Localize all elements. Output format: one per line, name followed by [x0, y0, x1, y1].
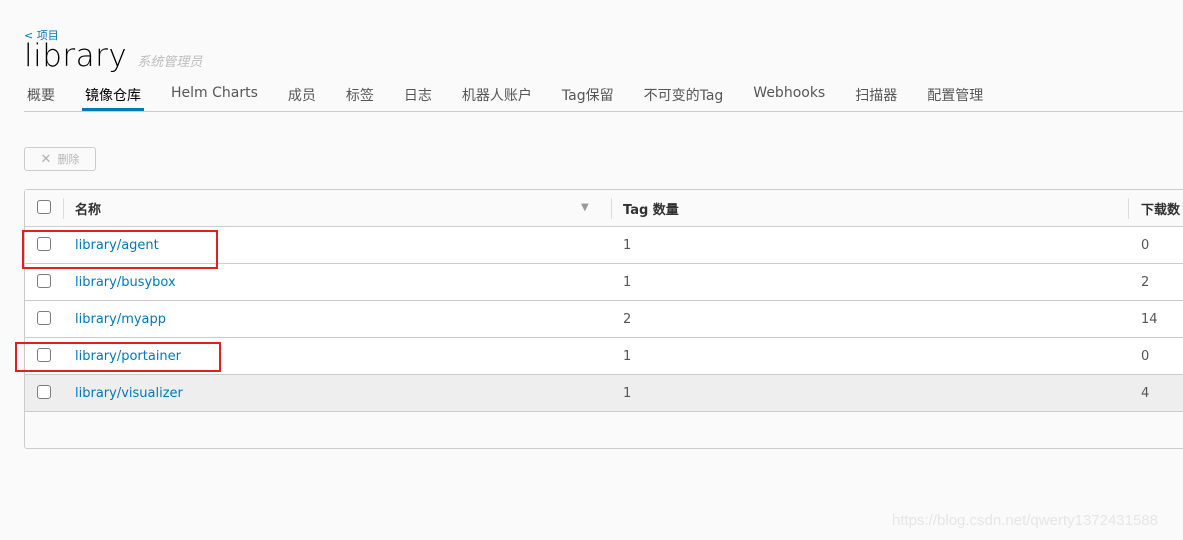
repository-link[interactable]: library/agent: [75, 227, 159, 263]
delete-button[interactable]: ✕ 删除: [24, 147, 96, 171]
tag-count: 1: [623, 237, 632, 253]
tab-members[interactable]: 成员: [288, 80, 316, 106]
tab-summary[interactable]: 概要: [27, 80, 55, 106]
tab-configuration[interactable]: 配置管理: [927, 80, 983, 106]
select-all-checkbox[interactable]: [37, 200, 51, 214]
page-header: library 系统管理员: [24, 38, 202, 74]
tab-tag-retention[interactable]: Tag保留: [562, 80, 614, 106]
row-checkbox[interactable]: [37, 237, 51, 251]
tag-count: 2: [623, 311, 632, 327]
pull-count: 0: [1141, 237, 1150, 253]
tab-webhooks[interactable]: Webhooks: [753, 80, 825, 106]
page-title: library: [24, 38, 128, 74]
column-separator: [63, 198, 64, 219]
tab-robot-accounts[interactable]: 机器人账户: [462, 80, 532, 106]
repository-link[interactable]: library/visualizer: [75, 375, 183, 411]
column-header-name[interactable]: 名称: [75, 190, 101, 226]
tag-count: 1: [623, 385, 632, 401]
tab-immutable-tags[interactable]: 不可变的Tag: [644, 80, 724, 106]
pull-count: 4: [1141, 385, 1150, 401]
tab-logs[interactable]: 日志: [404, 80, 432, 106]
column-header-pulls[interactable]: 下载数: [1141, 190, 1180, 226]
tag-count: 1: [623, 274, 632, 290]
pull-count: 14: [1141, 311, 1158, 327]
row-checkbox[interactable]: [37, 348, 51, 362]
column-header-tags[interactable]: Tag 数量: [623, 190, 679, 226]
column-separator: [1128, 198, 1129, 219]
row-checkbox[interactable]: [37, 385, 51, 399]
repository-link[interactable]: library/busybox: [75, 264, 176, 300]
filter-icon[interactable]: ▼: [581, 202, 589, 213]
close-icon: ✕: [40, 151, 52, 167]
row-checkbox[interactable]: [37, 311, 51, 325]
project-tabs: 概要 镜像仓库 Helm Charts 成员 标签 日志 机器人账户 Tag保留…: [24, 80, 1183, 112]
tab-labels[interactable]: 标签: [346, 80, 374, 106]
table-row[interactable]: library/visualizer 1 4: [25, 375, 1183, 412]
column-separator: [611, 198, 612, 219]
row-checkbox[interactable]: [37, 274, 51, 288]
table-row[interactable]: library/busybox 1 2: [25, 264, 1183, 301]
pull-count: 2: [1141, 274, 1150, 290]
table-header: 名称 ▼ Tag 数量 下载数: [25, 190, 1183, 227]
table-row[interactable]: library/myapp 2 14: [25, 301, 1183, 338]
tab-helm-charts[interactable]: Helm Charts: [171, 80, 258, 106]
watermark: https://blog.csdn.net/qwerty1372431588: [892, 512, 1159, 529]
user-role-label: 系统管理员: [137, 55, 203, 70]
table-row[interactable]: library/portainer 1 0: [25, 338, 1183, 375]
repository-table: 名称 ▼ Tag 数量 下载数 library/agent 1 0 librar…: [24, 189, 1183, 449]
repository-link[interactable]: library/myapp: [75, 301, 166, 337]
pull-count: 0: [1141, 348, 1150, 364]
tab-scanner[interactable]: 扫描器: [855, 80, 897, 106]
delete-button-label: 删除: [57, 153, 80, 166]
tab-repositories[interactable]: 镜像仓库: [82, 80, 144, 111]
table-row[interactable]: library/agent 1 0: [25, 227, 1183, 264]
tag-count: 1: [623, 348, 632, 364]
repository-link[interactable]: library/portainer: [75, 338, 181, 374]
